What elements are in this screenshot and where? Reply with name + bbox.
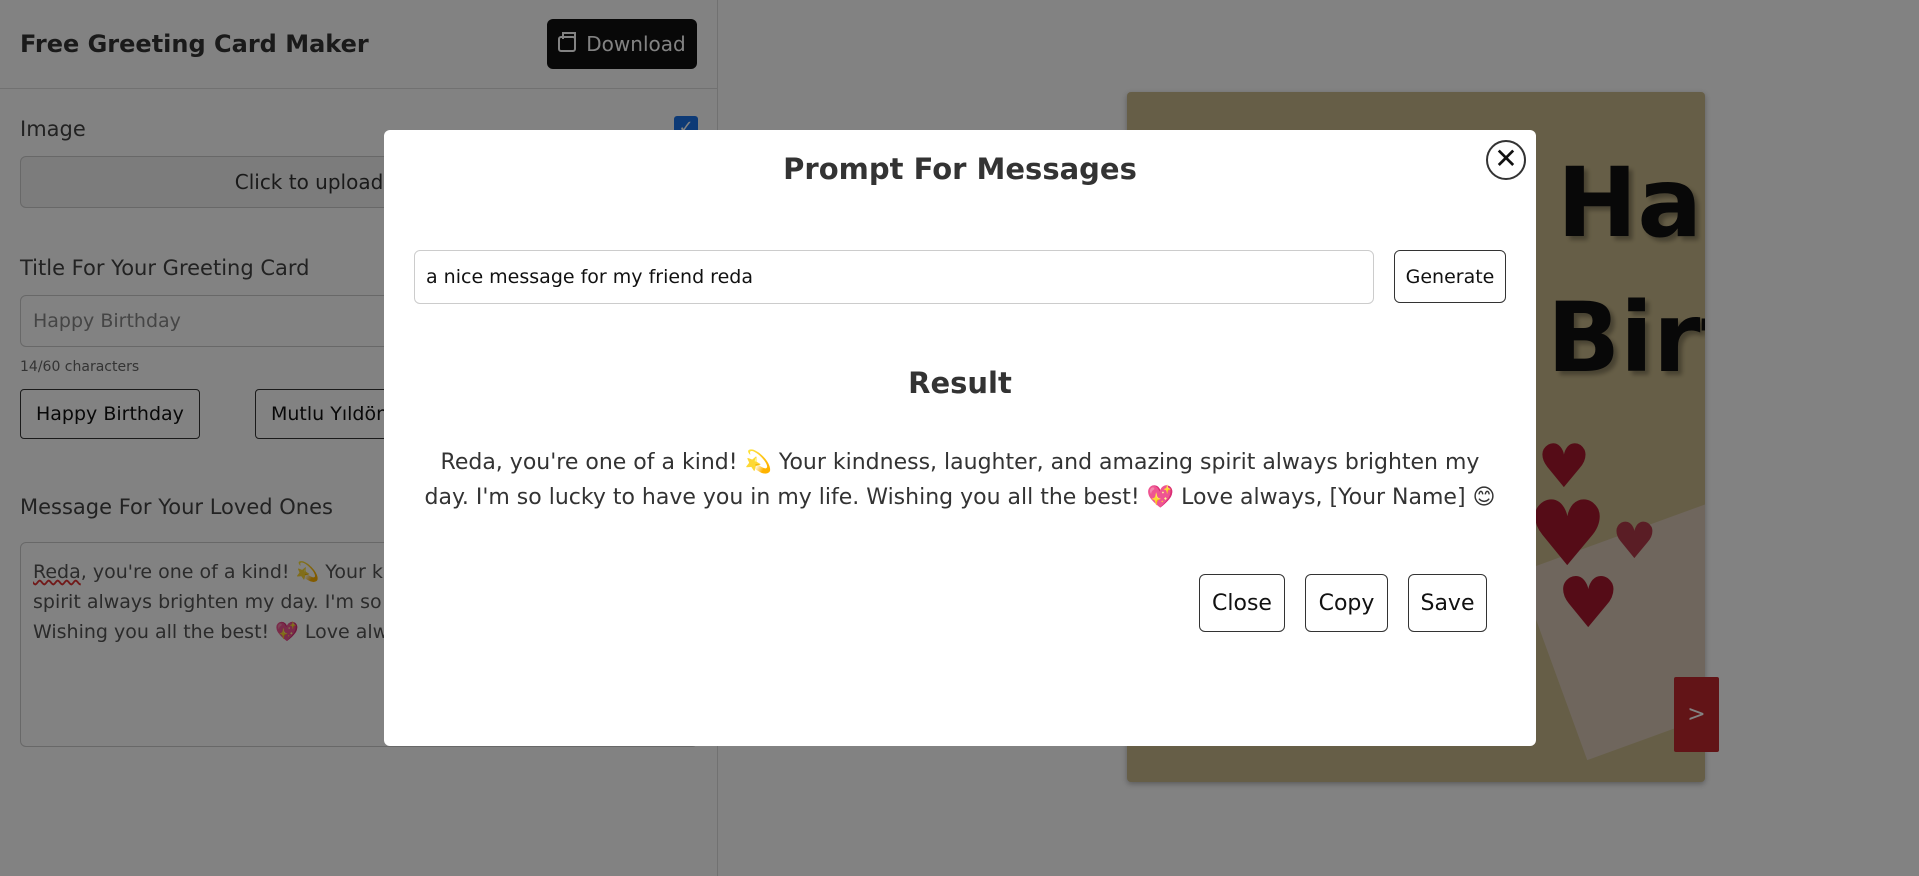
result-heading: Result — [908, 366, 1012, 400]
copy-button[interactable]: Copy — [1305, 574, 1388, 632]
close-button[interactable]: Close — [1199, 574, 1285, 632]
close-icon[interactable]: ✕ — [1486, 140, 1526, 180]
save-button[interactable]: Save — [1408, 574, 1487, 632]
result-text: Reda, you're one of a kind! 💫 Your kindn… — [424, 450, 1496, 510]
prompt-input[interactable] — [414, 250, 1374, 304]
prompt-modal: Prompt For Messages ✕ Generate Result Re… — [384, 130, 1536, 746]
generate-button[interactable]: Generate — [1394, 250, 1506, 303]
modal-title: Prompt For Messages — [783, 152, 1137, 186]
